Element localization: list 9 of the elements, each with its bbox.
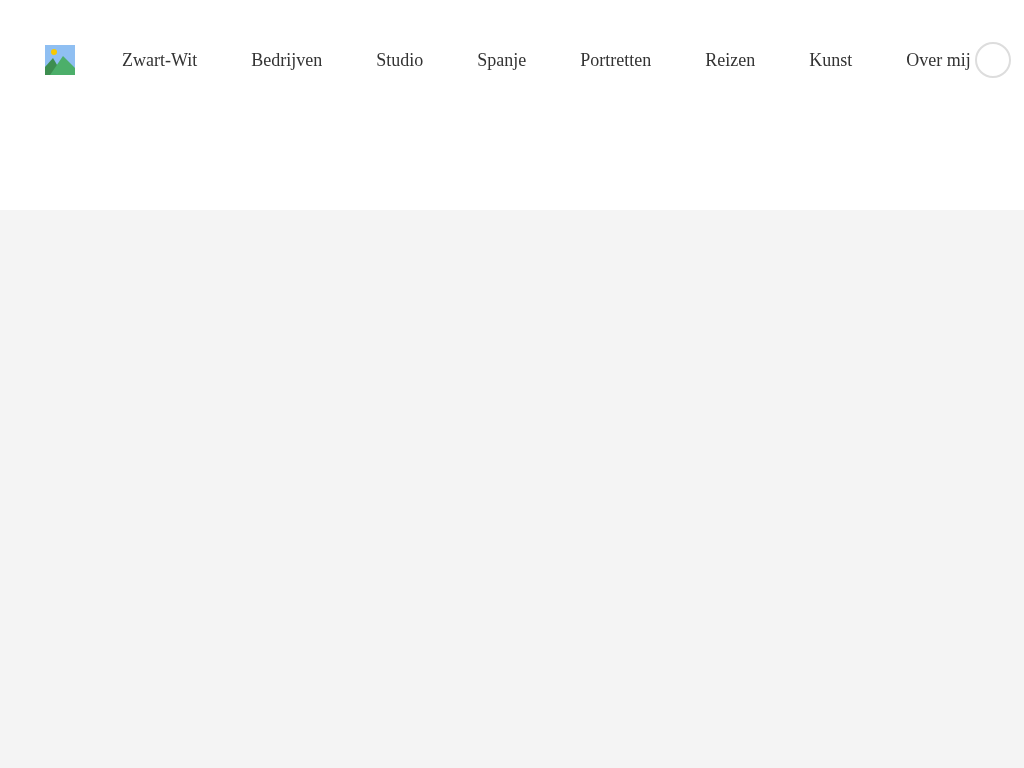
- nav-link[interactable]: Portretten: [580, 46, 652, 74]
- nav-link[interactable]: Over mij: [906, 46, 971, 74]
- nav-link[interactable]: Reizen: [705, 46, 756, 74]
- nav-link[interactable]: Studio: [376, 46, 424, 74]
- nav-link[interactable]: Bedrijven: [251, 46, 323, 74]
- round-button[interactable]: [974, 42, 1011, 78]
- nav-link[interactable]: Zwart-Wit: [122, 46, 198, 74]
- nav-link[interactable]: Kunst: [809, 46, 853, 74]
- nav-link[interactable]: Spanje: [477, 46, 527, 74]
